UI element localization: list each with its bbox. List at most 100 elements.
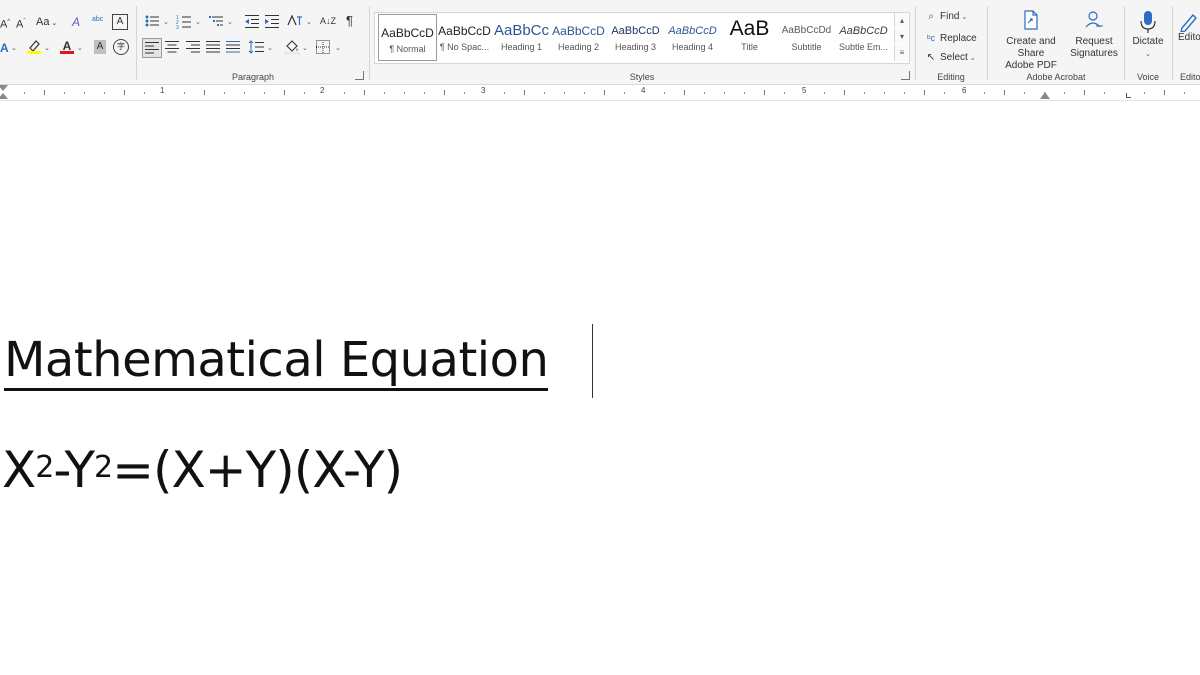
select-button[interactable]: ↖ Select ⌄ bbox=[924, 49, 976, 67]
style-heading-3[interactable]: AaBbCcD Heading 3 bbox=[607, 13, 664, 61]
group-separator bbox=[1172, 6, 1173, 80]
ruler-tick bbox=[104, 92, 105, 94]
paragraph-group-label: Paragraph bbox=[231, 72, 275, 82]
ruler-tick bbox=[344, 92, 345, 94]
asian-layout-button[interactable] bbox=[286, 13, 304, 33]
multilevel-list-button[interactable] bbox=[208, 13, 224, 33]
style-heading-4[interactable]: AaBbCcD Heading 4 bbox=[664, 13, 721, 61]
ruler-tick bbox=[744, 92, 745, 94]
align-right-button[interactable] bbox=[186, 40, 200, 58]
equation-line[interactable]: X2-Y2=(X+Y)(X-Y) bbox=[2, 440, 403, 500]
style-preview: AaBbCcD bbox=[668, 25, 717, 37]
replace-button[interactable]: ᵇc Replace bbox=[924, 29, 977, 47]
ruler-tick bbox=[504, 92, 505, 94]
microphone-icon bbox=[1126, 10, 1170, 33]
gallery-scroll-up[interactable]: ▴ bbox=[894, 13, 909, 28]
voice-group: Dictate ⌄ Voice bbox=[1126, 0, 1170, 84]
editor-label: Edito bbox=[1178, 32, 1200, 43]
enclose-characters-button[interactable]: 字 bbox=[113, 39, 129, 55]
change-case-button[interactable]: Aa ⌄ bbox=[36, 14, 57, 32]
ruler-tick bbox=[764, 90, 765, 95]
style-title[interactable]: AaB Title bbox=[721, 13, 778, 61]
replace-icon: ᵇc bbox=[927, 33, 935, 43]
style-subtle-emphasis[interactable]: AaBbCcD Subtle Em... bbox=[835, 13, 892, 61]
tab-stop-marker[interactable] bbox=[1126, 93, 1131, 98]
ruler-tick bbox=[704, 92, 705, 94]
character-border-button[interactable]: A bbox=[112, 14, 128, 30]
show-formatting-marks-button[interactable]: ¶ bbox=[346, 13, 353, 29]
create-share-label-line2: Adobe PDF bbox=[1005, 60, 1057, 71]
align-right-icon bbox=[186, 41, 200, 53]
hanging-indent-marker[interactable] bbox=[0, 93, 8, 99]
sort-button[interactable]: A↓Z bbox=[320, 13, 336, 29]
ruler-tick bbox=[224, 92, 225, 94]
ruler-tick bbox=[844, 90, 845, 95]
right-indent-marker[interactable] bbox=[1040, 92, 1050, 99]
distributed-button[interactable] bbox=[226, 40, 240, 58]
justify-button[interactable] bbox=[206, 40, 220, 58]
style-subtitle[interactable]: AaBbCcDd Subtitle bbox=[778, 13, 835, 61]
style-preview: AaBbCcD bbox=[552, 24, 605, 38]
shrink-font-button[interactable]: Aˇ bbox=[16, 14, 25, 33]
increase-indent-button[interactable] bbox=[264, 13, 280, 33]
ruler-tick bbox=[1004, 90, 1005, 95]
style-normal[interactable]: AaBbCcD ¶ Normal bbox=[378, 14, 437, 61]
bullets-button[interactable] bbox=[144, 13, 160, 33]
text-cursor bbox=[592, 324, 593, 398]
borders-button[interactable] bbox=[316, 40, 330, 58]
justify-icon bbox=[206, 41, 220, 53]
ruler-tick bbox=[84, 92, 85, 94]
text-effects-button[interactable]: A bbox=[0, 40, 9, 56]
align-left-button[interactable] bbox=[142, 38, 162, 58]
decrease-indent-button[interactable] bbox=[244, 13, 260, 33]
ruler-tick bbox=[124, 90, 125, 95]
numbering-icon: 123 bbox=[176, 15, 191, 31]
shading-button[interactable] bbox=[284, 39, 300, 59]
acrobat-group: Create and Share Adobe PDF Request Signa… bbox=[989, 0, 1123, 84]
style-preview: AaBbCcDd bbox=[781, 25, 832, 36]
align-center-icon bbox=[165, 41, 179, 53]
paragraph-dialog-launcher[interactable] bbox=[355, 71, 364, 80]
borders-icon bbox=[316, 40, 330, 54]
replace-label: Replace bbox=[940, 33, 977, 44]
grow-font-button[interactable]: A^ bbox=[0, 14, 10, 33]
dictate-button[interactable]: Dictate ⌄ bbox=[1126, 10, 1170, 61]
find-button[interactable]: ⌕ Find ⌄ bbox=[924, 8, 967, 26]
ruler-tick bbox=[1104, 92, 1105, 94]
styles-dialog-launcher[interactable] bbox=[901, 71, 910, 80]
styles-group-label: Styles bbox=[629, 72, 655, 82]
editing-group: ⌕ Find ⌄ ᵇc Replace ↖ Select ⌄ Editing bbox=[918, 0, 984, 84]
document-title[interactable]: Mathematical Equation bbox=[4, 332, 549, 391]
editor-button[interactable]: Edito bbox=[1178, 10, 1200, 44]
ruler-tick bbox=[424, 92, 425, 94]
style-heading-2[interactable]: AaBbCcD Heading 2 bbox=[550, 13, 607, 61]
document-page[interactable]: Mathematical Equation X2-Y2=(X+Y)(X-Y) bbox=[0, 101, 1200, 675]
chevron-down-icon: ⌄ bbox=[77, 45, 83, 52]
line-spacing-button[interactable] bbox=[248, 40, 264, 58]
ruler-number: 1 bbox=[160, 86, 165, 95]
clear-formatting-button[interactable]: A bbox=[72, 14, 80, 30]
create-share-pdf-button[interactable]: Create and Share Adobe PDF bbox=[993, 10, 1069, 72]
cursor-arrow-icon: ↖ bbox=[926, 52, 936, 63]
acrobat-group-label: Adobe Acrobat bbox=[1026, 72, 1086, 82]
highlight-color-button[interactable] bbox=[26, 38, 42, 58]
style-no-spacing[interactable]: AaBbCcD ¶ No Spac... bbox=[436, 13, 493, 61]
font-color-button[interactable]: A bbox=[60, 38, 74, 54]
request-signatures-button[interactable]: Request Signatures bbox=[1069, 10, 1119, 60]
ruler-tick bbox=[924, 90, 925, 95]
first-line-indent-marker[interactable] bbox=[0, 85, 8, 91]
ruler-tick bbox=[984, 92, 985, 94]
equation-exponent: 2 bbox=[94, 450, 113, 485]
align-center-button[interactable] bbox=[165, 40, 179, 58]
increase-indent-icon bbox=[265, 15, 279, 28]
gallery-more[interactable]: ≡ bbox=[894, 45, 909, 61]
style-heading-1[interactable]: AaBbCc Heading 1 bbox=[493, 13, 550, 61]
ruler-tick bbox=[664, 92, 665, 94]
phonetic-guide-button[interactable]: abc bbox=[92, 12, 103, 28]
numbering-button[interactable]: 123 bbox=[176, 13, 192, 33]
horizontal-ruler[interactable]: 1 2 3 4 5 6 bbox=[0, 85, 1200, 101]
character-shading-button[interactable]: A bbox=[94, 40, 106, 54]
gallery-scroll-down[interactable]: ▾ bbox=[894, 29, 909, 44]
chevron-down-icon: ⌄ bbox=[306, 19, 312, 26]
equation-minus-y: -Y bbox=[53, 441, 95, 499]
